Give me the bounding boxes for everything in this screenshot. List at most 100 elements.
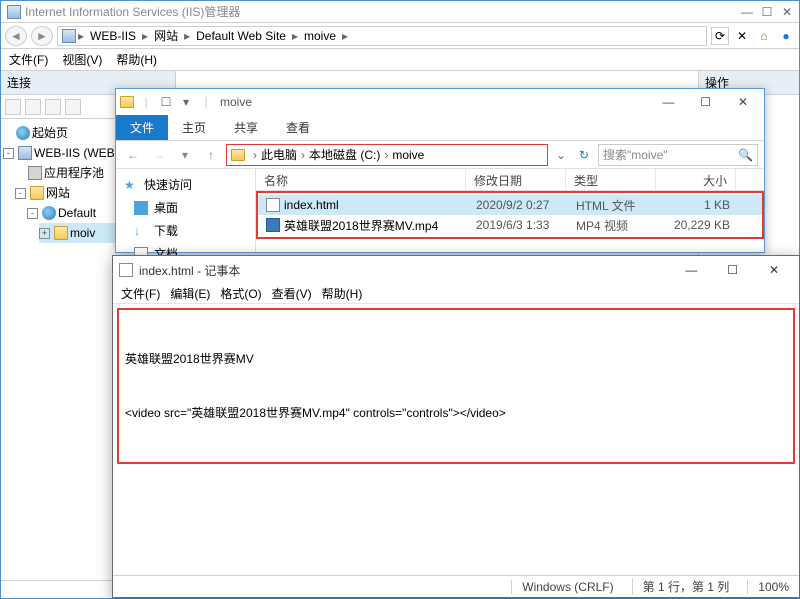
explorer-refresh-button[interactable]: ↻ [574,148,594,162]
col-date[interactable]: 修改日期 [466,169,566,190]
col-size[interactable]: 大小 [656,169,736,190]
explorer-up-button[interactable]: ↑ [200,148,222,162]
np-menu-view[interactable]: 查看(V) [270,285,314,302]
qa-separator2: | [198,94,214,110]
ribbon-tab-view[interactable]: 查看 [272,115,324,140]
iis-minimize-button[interactable]: — [741,5,753,19]
file-name: 英雄联盟2018世界赛MV.mp4 [284,217,438,234]
explorer-folder-name: moive [220,95,252,109]
col-type[interactable]: 类型 [566,169,656,190]
np-menu-file[interactable]: 文件(F) [119,285,162,302]
file-row[interactable]: 英雄联盟2018世界赛MV.mp4 2019/6/3 1:33 MP4 视频 2… [258,215,762,235]
file-row[interactable]: index.html 2020/9/2 0:27 HTML 文件 1 KB [258,195,762,215]
sidebar-downloads[interactable]: ↓ 下载 [120,219,251,242]
expand-toggle[interactable]: + [39,228,50,239]
qa-properties-button[interactable]: ☐ [158,94,174,110]
iis-help-button[interactable]: ● [777,27,795,45]
notepad-minimize-button[interactable]: — [672,257,710,283]
explorer-search-input[interactable]: 搜索"moive" 🔍 [598,144,758,166]
iis-icon [7,5,21,19]
html-file-icon [266,198,280,212]
status-encoding: Windows (CRLF) [511,580,613,594]
explorer-minimize-button[interactable]: — [651,90,685,114]
explorer-maximize-button[interactable]: ☐ [689,90,723,114]
ribbon-tab-home[interactable]: 主页 [168,115,220,140]
notepad-title: index.html - 记事本 [139,262,672,279]
file-name: index.html [284,198,339,212]
crumb-default[interactable]: Default Web Site [192,29,290,43]
connection-add-button[interactable] [5,99,21,115]
folder-icon [231,149,245,161]
menu-help[interactable]: 帮助(H) [116,51,157,68]
notepad-close-button[interactable]: ✕ [755,257,793,283]
explorer-file-list: 名称 修改日期 类型 大小 index.html 2020/9/2 0:27 H… [256,169,764,252]
explorer-close-button[interactable]: ✕ [726,90,760,114]
iis-window-controls: — ☐ ✕ [741,5,793,19]
iis-forward-button[interactable]: ► [31,26,53,46]
ribbon-tab-file[interactable]: 文件 [116,115,168,140]
folder-icon [54,226,68,240]
breadcrumb-sep: ▸ [76,29,86,43]
file-type: MP4 视频 [568,217,658,234]
app-pool-icon [28,166,42,180]
menu-view[interactable]: 视图(V) [62,51,102,68]
collapse-toggle[interactable]: - [27,208,38,219]
np-menu-format[interactable]: 格式(O) [218,285,263,302]
notepad-text-area[interactable]: 英雄联盟2018世界赛MV <video src="英雄联盟2018世界赛MV.… [113,304,799,575]
explorer-address-row: ← → ▾ ↑ › 此电脑 › 本地磁盘 (C:) › moive ⌄ ↻ 搜索… [116,141,764,169]
iis-home-button[interactable]: ⌂ [755,27,773,45]
crumb-server[interactable]: WEB-IIS [86,29,140,43]
crumb-pc[interactable]: 此电脑 [261,146,297,163]
crumb-folder[interactable]: moive [392,148,424,162]
iis-address-bar: ◄ ► ▸ WEB-IIS ▸ 网站 ▸ Default Web Site ▸ … [1,23,799,49]
content-line2: <video src="英雄联盟2018世界赛MV.mp4" controls=… [125,404,787,422]
connection-refresh-button[interactable] [65,99,81,115]
download-icon: ↓ [134,224,148,238]
server-icon [62,29,76,43]
menu-file[interactable]: 文件(F) [9,51,48,68]
iis-title-bar: Internet Information Services (IIS)管理器 —… [1,1,799,23]
folder-icon [30,186,44,200]
qa-dropdown[interactable]: ▾ [178,94,194,110]
collapse-toggle[interactable]: - [15,188,26,199]
connection-save-button[interactable] [25,99,41,115]
explorer-title-bar: | ☐ ▾ | moive — ☐ ✕ [116,89,764,115]
notepad-maximize-button[interactable]: ☐ [714,257,752,283]
ribbon-tab-share[interactable]: 共享 [220,115,272,140]
breadcrumb-dropdown[interactable]: ⌄ [552,148,570,162]
collapse-toggle[interactable]: - [3,148,14,159]
iis-back-button[interactable]: ◄ [5,26,27,46]
notepad-content-highlighted: 英雄联盟2018世界赛MV <video src="英雄联盟2018世界赛MV.… [117,308,795,464]
desktop-icon [134,201,148,215]
sidebar-quick-access[interactable]: ★ 快速访问 [120,173,251,196]
iis-stop-button[interactable]: ✕ [733,27,751,45]
explorer-sidebar: ★ 快速访问 桌面 ↓ 下载 文档 [116,169,256,252]
explorer-back-button[interactable]: ← [122,148,144,162]
sidebar-desktop[interactable]: 桌面 [120,196,251,219]
file-type: HTML 文件 [568,197,658,214]
file-size: 1 KB [658,198,738,212]
iis-refresh-button[interactable]: ⟳ [711,27,729,45]
col-name[interactable]: 名称 [256,169,466,190]
notepad-window: index.html - 记事本 — ☐ ✕ 文件(F) 编辑(E) 格式(O)… [112,255,800,598]
site-icon [42,206,56,220]
explorer-forward-button[interactable]: → [148,148,170,162]
explorer-recent-button[interactable]: ▾ [174,148,196,162]
crumb-disk[interactable]: 本地磁盘 (C:) [309,146,380,163]
iis-maximize-button[interactable]: ☐ [761,5,773,19]
iis-close-button[interactable]: ✕ [781,5,793,19]
status-position: 第 1 行，第 1 列 [632,578,730,595]
np-menu-help[interactable]: 帮助(H) [320,285,365,302]
explorer-breadcrumb[interactable]: › 此电脑 › 本地磁盘 (C:) › moive [226,144,548,166]
iis-menu-bar: 文件(F) 视图(V) 帮助(H) [1,49,799,71]
explorer-ribbon: 文件 主页 共享 查看 [116,115,764,141]
notepad-icon [119,263,133,277]
mp4-file-icon [266,218,280,232]
np-menu-edit[interactable]: 编辑(E) [168,285,212,302]
connection-delete-button[interactable] [45,99,61,115]
crumb-moive[interactable]: moive [300,29,340,43]
qa-separator: | [138,94,154,110]
iis-breadcrumb[interactable]: ▸ WEB-IIS ▸ 网站 ▸ Default Web Site ▸ moiv… [57,26,707,46]
crumb-sites[interactable]: 网站 [150,27,182,44]
file-date: 2019/6/3 1:33 [468,218,568,232]
